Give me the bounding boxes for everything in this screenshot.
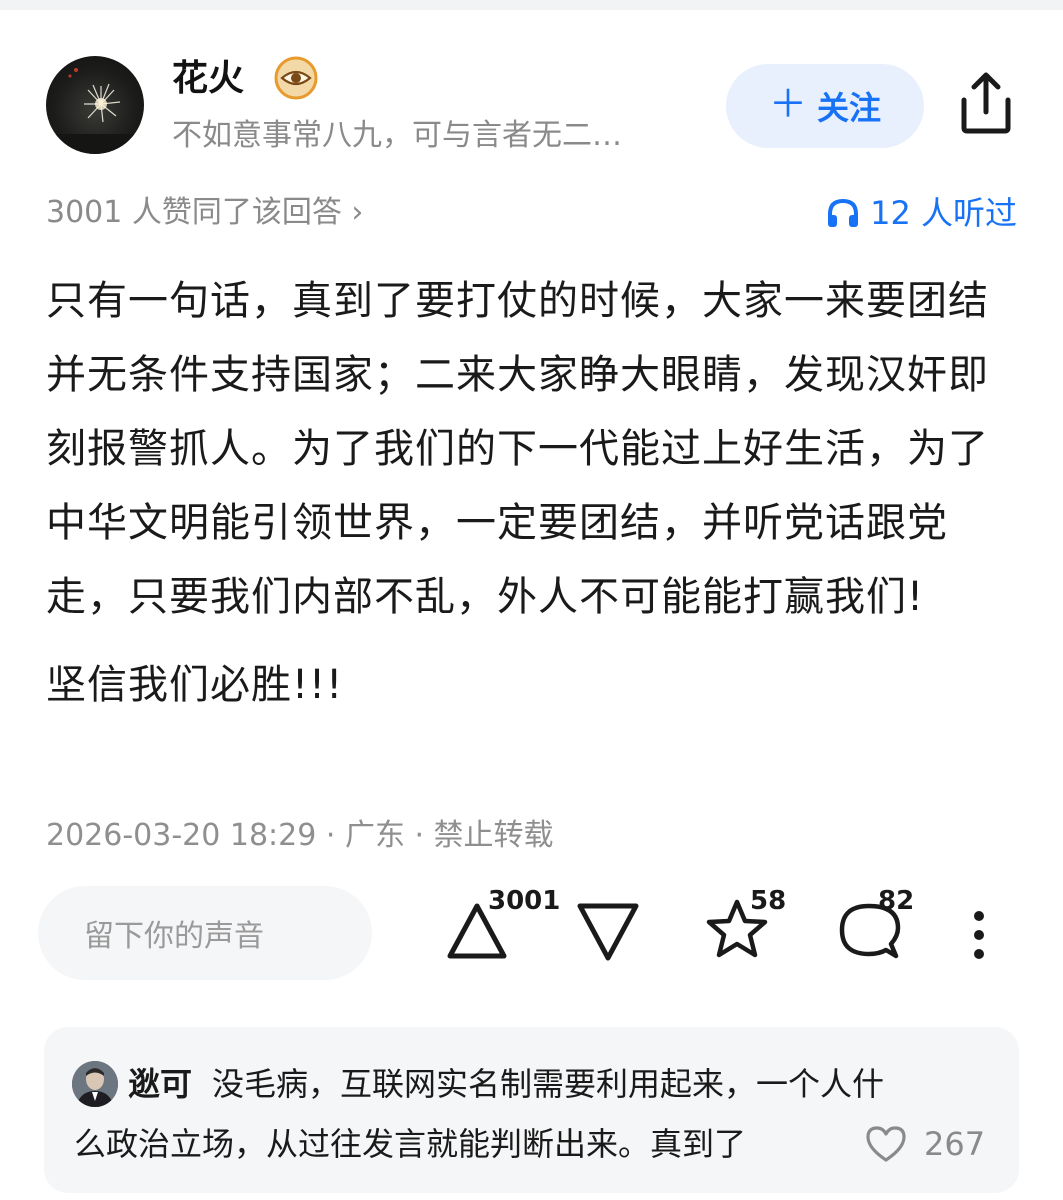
follow-button[interactable]: ＋ 关注 <box>726 64 924 148</box>
plus-icon: ＋ <box>768 82 807 126</box>
headphones-icon <box>828 198 859 227</box>
author-avatar[interactable] <box>46 56 144 154</box>
comment-text-line-1: 没毛病，互联网实名制需要利用起来，一个人什 <box>212 1065 885 1103</box>
comment-count: 82 <box>878 886 915 916</box>
top-strip <box>0 0 1063 10</box>
favorite-count: 58 <box>750 886 787 916</box>
commenter-avatar[interactable] <box>72 1061 118 1107</box>
upvote-count: 3001 <box>488 886 561 916</box>
favorite-button[interactable]: 58 <box>704 886 794 968</box>
featured-comment[interactable]: 逖可 没毛病，互联网实名制需要利用起来，一个人什 么政治立场，从过往发言就能判断出… <box>44 1027 1019 1193</box>
comment-fade-overlay <box>764 1117 854 1171</box>
author-name[interactable]: 花火 <box>172 56 244 102</box>
more-vertical-icon <box>974 911 984 959</box>
comment-like-button[interactable]: 267 <box>864 1123 985 1165</box>
answer-body: 只有一句话，真到了要打仗的时候，大家一来要团结并无条件支持国家；二来大家睁大眼睛… <box>46 264 1021 722</box>
post-meta: 2026-03-20 18:29 · 广东 · 禁止转载 <box>46 818 554 853</box>
upvote-button[interactable]: 3001 <box>446 886 560 968</box>
commenter-name[interactable]: 逖可 <box>128 1065 192 1103</box>
more-button[interactable] <box>966 906 992 966</box>
comment-button[interactable]: 82 <box>836 886 926 968</box>
listen-count[interactable]: 12 人听过 <box>826 193 1017 233</box>
answer-paragraph: 坚信我们必胜!!! <box>46 662 344 708</box>
listen-label: 12 人听过 <box>870 194 1017 232</box>
eye-badge-icon <box>274 56 318 100</box>
share-icon <box>961 72 1011 134</box>
comment-first-line: 逖可 没毛病，互联网实名制需要利用起来，一个人什 <box>128 1061 884 1107</box>
share-button[interactable] <box>955 70 1017 136</box>
comment-text-line-2: 么政治立场，从过往发言就能判断出来。真到了 <box>74 1125 747 1163</box>
upvote-summary-link[interactable]: 3001 人赞同了该回答 › <box>46 193 363 233</box>
follow-label: 关注 <box>817 89 882 127</box>
commenter-avatar-image <box>72 1061 118 1107</box>
comment-input[interactable]: 留下你的声音 <box>38 886 372 980</box>
fireworks-image <box>46 68 144 154</box>
downvote-button[interactable] <box>576 898 640 968</box>
downvote-triangle-icon <box>577 903 639 961</box>
author-signature: 不如意事常八九，可与言者无二… <box>172 118 622 153</box>
answer-paragraph: 只有一句话，真到了要打仗的时候，大家一来要团结并无条件支持国家；二来大家睁大眼睛… <box>46 278 989 620</box>
comment-like-count: 267 <box>924 1125 986 1163</box>
heart-icon <box>866 1126 906 1162</box>
